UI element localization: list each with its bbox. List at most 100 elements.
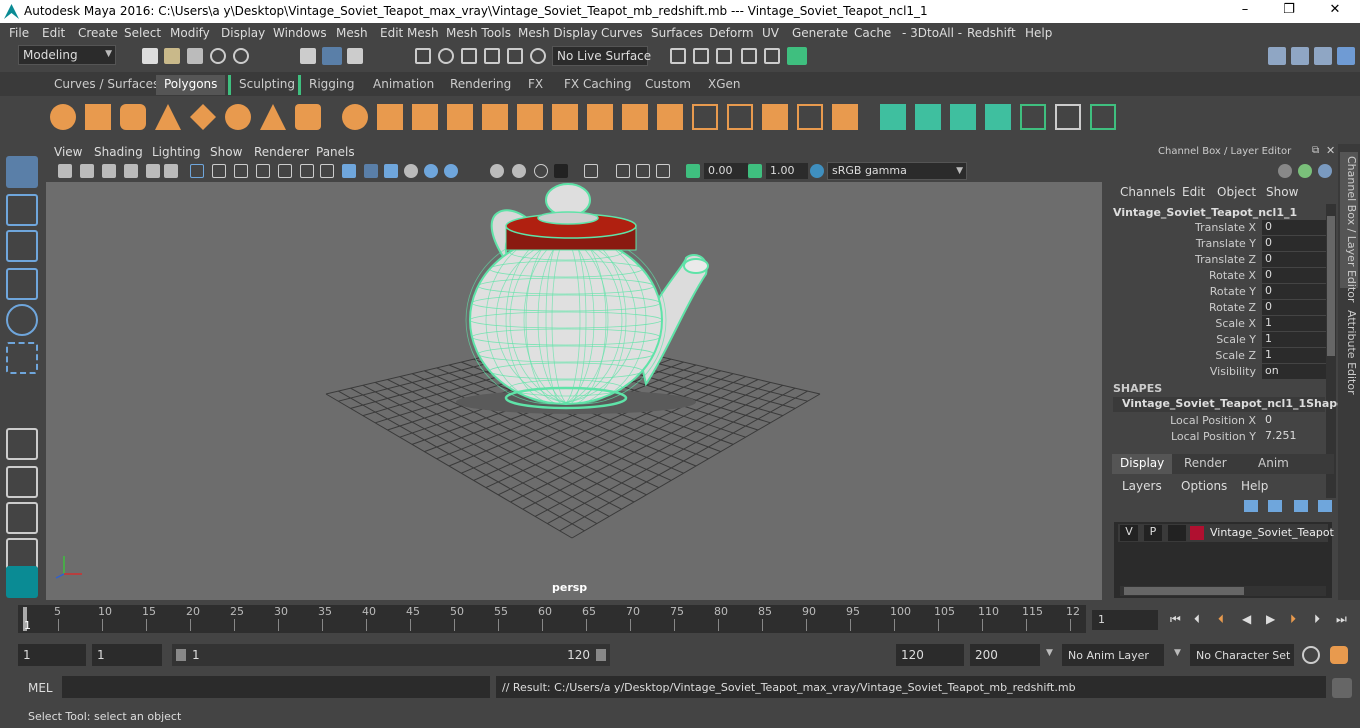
new-scene-icon[interactable]	[142, 48, 158, 64]
poly-plane-icon[interactable]	[190, 104, 216, 130]
lasso-tool-icon[interactable]	[6, 194, 38, 226]
playback-start-field[interactable]: 1	[92, 644, 162, 666]
menu-display[interactable]: Display	[221, 26, 265, 40]
motion-blur-icon[interactable]	[320, 164, 334, 178]
play-forwards-icon[interactable]: ▶	[1266, 612, 1275, 626]
snap-point-icon[interactable]	[461, 48, 477, 64]
cb-menu-show[interactable]: Show	[1266, 185, 1298, 199]
frame-all-icon[interactable]	[636, 164, 650, 178]
viewport-menu-shading[interactable]: Shading	[94, 145, 143, 159]
channel-value[interactable]: 1	[1262, 332, 1326, 347]
channel-scale-z[interactable]: Scale Z 1	[1108, 348, 1338, 364]
channel-scale-x[interactable]: Scale X 1	[1108, 316, 1338, 332]
playback-end-field[interactable]: 120	[896, 644, 964, 666]
poly-pyramid-icon[interactable]	[260, 104, 286, 130]
boolean-icon[interactable]	[482, 104, 508, 130]
ipr-render-icon[interactable]	[741, 48, 757, 64]
channel-value[interactable]: 0	[1262, 300, 1326, 315]
hud-icon[interactable]	[554, 164, 568, 178]
new-layer-selected-icon[interactable]	[1318, 500, 1332, 512]
menu-create[interactable]: Create	[78, 26, 118, 40]
tab-display-layers[interactable]: Display	[1112, 454, 1173, 474]
grid-toggle-icon[interactable]	[124, 164, 138, 178]
channel-value[interactable]: 0	[1262, 284, 1326, 299]
four-view-layout-icon[interactable]	[6, 466, 38, 498]
scale-tool-icon[interactable]	[6, 342, 38, 374]
color-management-icon[interactable]	[810, 164, 824, 178]
default-light-icon[interactable]	[404, 164, 418, 178]
tab-polygons[interactable]: Polygons	[156, 75, 226, 95]
frame-selected-icon[interactable]	[656, 164, 670, 178]
layout-icon[interactable]	[1291, 47, 1309, 65]
menu-uv[interactable]: UV	[762, 26, 779, 40]
channel-value[interactable]: 0	[1262, 236, 1326, 251]
camera-attributes-icon[interactable]	[58, 164, 72, 178]
channel-value[interactable]: 1	[1262, 348, 1326, 363]
menu-mesh-display[interactable]: Mesh Display	[518, 26, 598, 40]
live-surface-field[interactable]: No Live Surface	[552, 46, 651, 66]
channel-translate-x[interactable]: Translate X 0	[1108, 220, 1338, 236]
channel-value[interactable]: 0	[1262, 413, 1326, 428]
menu-3dtoall[interactable]: - 3DtoAll -	[902, 26, 962, 40]
tab-animation[interactable]: Animation	[365, 75, 442, 95]
bevel-icon[interactable]	[657, 104, 683, 130]
image-plane-icon[interactable]	[102, 164, 116, 178]
channel-value[interactable]: 0	[1262, 268, 1326, 283]
render-frame-icon[interactable]	[670, 48, 686, 64]
render-clapper-icon[interactable]	[716, 48, 732, 64]
exposure-field[interactable]: 0.00	[704, 163, 748, 179]
shadows-icon[interactable]	[278, 164, 292, 178]
save-scene-icon[interactable]	[187, 48, 203, 64]
layer-color-swatch[interactable]	[1190, 526, 1204, 540]
select-component-icon[interactable]	[347, 48, 363, 64]
select-object-icon[interactable]	[322, 47, 342, 65]
chevron-down-icon[interactable]: ▼	[1174, 648, 1181, 658]
current-frame-field[interactable]: 1	[1092, 610, 1158, 630]
menu-edit-mesh[interactable]: Edit Mesh	[380, 26, 439, 40]
snap-curve-icon[interactable]	[438, 48, 454, 64]
anti-alias-icon[interactable]	[512, 164, 526, 178]
separate-icon[interactable]	[377, 104, 403, 130]
extract-icon[interactable]	[412, 104, 438, 130]
tab-channel-box-layer-editor[interactable]: Channel Box / Layer Editor	[1340, 152, 1358, 303]
poly-pipe-icon[interactable]	[295, 104, 321, 130]
planar-uv-icon[interactable]	[880, 104, 906, 130]
auto-key-icon[interactable]	[1302, 646, 1320, 664]
snap-surface-icon[interactable]	[507, 48, 523, 64]
insert-edge-loop-icon[interactable]	[692, 104, 718, 130]
cut-uv-icon[interactable]	[1020, 104, 1046, 130]
texture-display-icon[interactable]	[424, 164, 438, 178]
gamma-icon[interactable]	[748, 164, 762, 178]
poly-cone-icon[interactable]	[155, 104, 181, 130]
channel-breakdown-icon[interactable]	[1298, 164, 1312, 178]
menu-modify[interactable]: Modify	[170, 26, 210, 40]
mode-selector[interactable]: Modeling ▼	[18, 45, 116, 65]
channel-rotate-y[interactable]: Rotate Y 0	[1108, 284, 1338, 300]
cb-menu-edit[interactable]: Edit	[1182, 185, 1205, 199]
cb-menu-object[interactable]: Object	[1217, 185, 1256, 199]
channel-value[interactable]: 1	[1262, 316, 1326, 331]
step-back-key-icon[interactable]: ⏴	[1218, 612, 1224, 627]
tab-attribute-editor[interactable]: Attribute Editor	[1340, 310, 1358, 395]
channel-scale-y[interactable]: Scale Y 1	[1108, 332, 1338, 348]
smooth-shade-icon[interactable]	[212, 164, 226, 178]
poly-cylinder-icon[interactable]	[120, 104, 146, 130]
multi-cut-icon[interactable]	[552, 104, 578, 130]
layer-display-type-toggle[interactable]	[1168, 525, 1186, 541]
menu-edit[interactable]: Edit	[42, 26, 65, 40]
cb-menu-channels[interactable]: Channels	[1120, 185, 1176, 199]
channel-value[interactable]: 7.251	[1262, 429, 1326, 444]
maya-home-icon[interactable]	[6, 566, 38, 598]
tab-anim-layers[interactable]: Anim	[1250, 454, 1297, 474]
layer-menu-help[interactable]: Help	[1241, 479, 1268, 493]
menu-windows[interactable]: Windows	[273, 26, 327, 40]
go-to-end-icon[interactable]: ⏭	[1336, 612, 1347, 627]
paint-select-tool-icon[interactable]	[6, 230, 38, 262]
combine-icon[interactable]	[342, 104, 368, 130]
automatic-uv-icon[interactable]	[985, 104, 1011, 130]
render-settings-icon[interactable]	[764, 48, 780, 64]
float-panel-icon[interactable]: ⧉	[1312, 145, 1319, 156]
extrude-icon[interactable]	[587, 104, 613, 130]
move-layer-down-icon[interactable]	[1268, 500, 1282, 512]
lights-icon[interactable]	[256, 164, 270, 178]
